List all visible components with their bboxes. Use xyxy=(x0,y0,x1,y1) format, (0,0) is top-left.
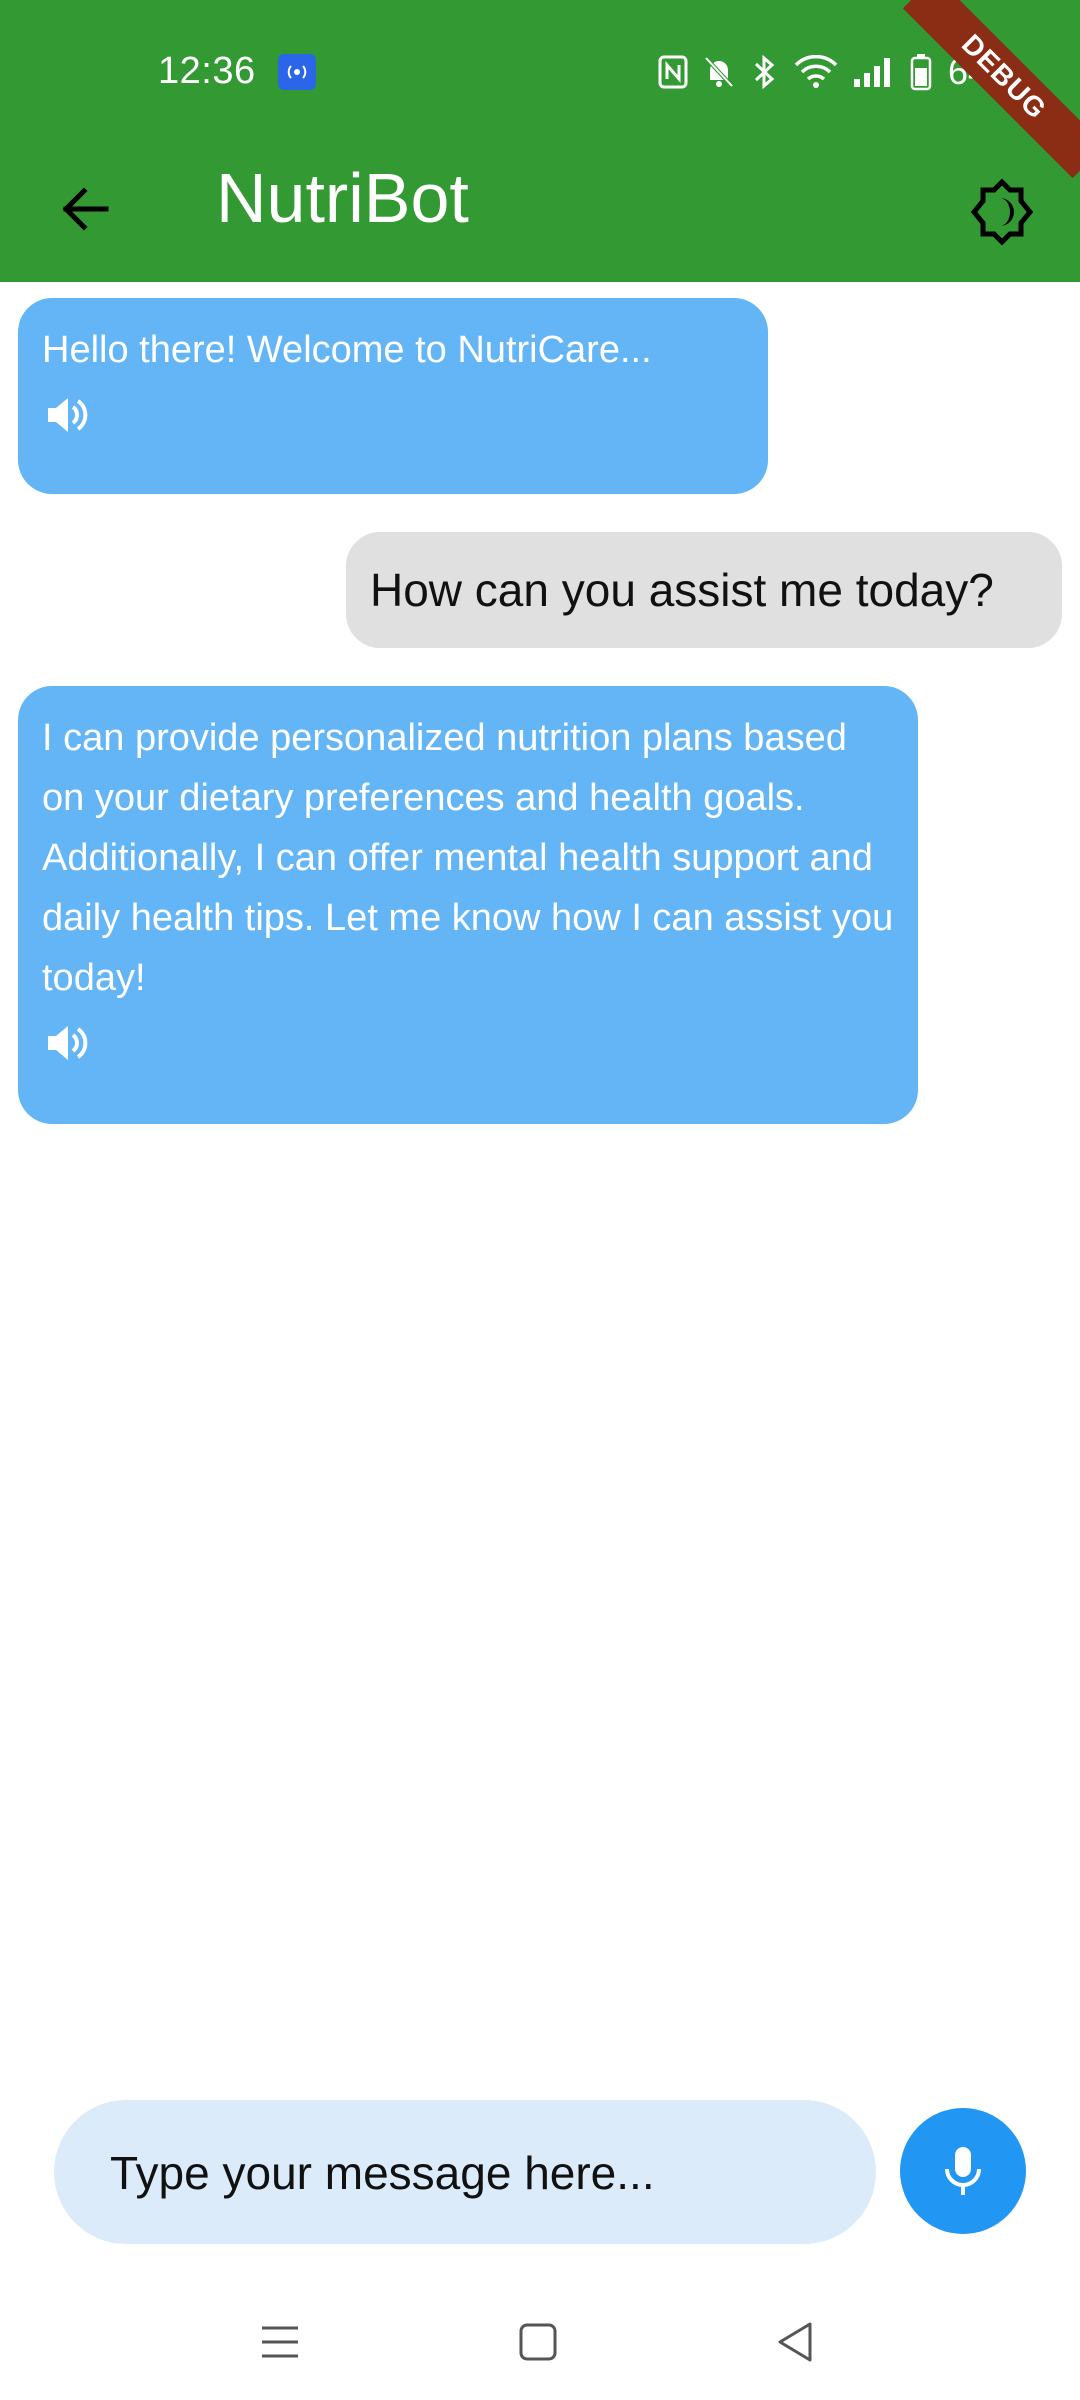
wifi-icon xyxy=(794,55,838,88)
status-time: 12:36 xyxy=(158,50,256,92)
battery-icon xyxy=(910,54,932,91)
message-composer xyxy=(54,2100,876,2246)
message-text: Hello there! Welcome to NutriCare... xyxy=(42,329,652,371)
brightness-icon xyxy=(970,178,1034,246)
back-button[interactable] xyxy=(40,164,130,254)
recents-button[interactable] xyxy=(250,2312,310,2372)
volume-icon xyxy=(48,398,88,432)
home-square-icon xyxy=(519,2323,557,2361)
mic-button[interactable] xyxy=(900,2108,1026,2234)
hotspot-icon xyxy=(278,54,316,90)
speak-button[interactable] xyxy=(42,390,98,446)
speak-button[interactable] xyxy=(42,1018,98,1074)
message-text: I can provide personalized nutrition pla… xyxy=(42,717,894,999)
theme-toggle-button[interactable] xyxy=(954,164,1050,260)
message-input[interactable] xyxy=(108,2100,832,2246)
bot-message: I can provide personalized nutrition pla… xyxy=(18,686,918,1124)
system-nav-bar xyxy=(0,2290,1080,2400)
user-message: How can you assist me today? xyxy=(346,532,1062,648)
app-bar: NutriBot xyxy=(0,140,1080,282)
bell-muted-icon xyxy=(704,56,734,88)
page-title: NutriBot xyxy=(216,159,469,237)
back-triangle-icon xyxy=(778,2322,812,2362)
mic-icon xyxy=(945,2147,981,2195)
signal-icon xyxy=(853,58,890,87)
home-button[interactable] xyxy=(508,2312,568,2372)
bot-message: Hello there! Welcome to NutriCare... xyxy=(18,298,768,494)
nfc-icon xyxy=(658,55,688,89)
back-nav-button[interactable] xyxy=(766,2312,826,2372)
bluetooth-icon xyxy=(754,54,775,90)
menu-icon xyxy=(262,2326,298,2358)
volume-icon xyxy=(48,1026,88,1060)
arrow-left-icon xyxy=(62,187,109,231)
message-text: How can you assist me today? xyxy=(370,564,994,616)
